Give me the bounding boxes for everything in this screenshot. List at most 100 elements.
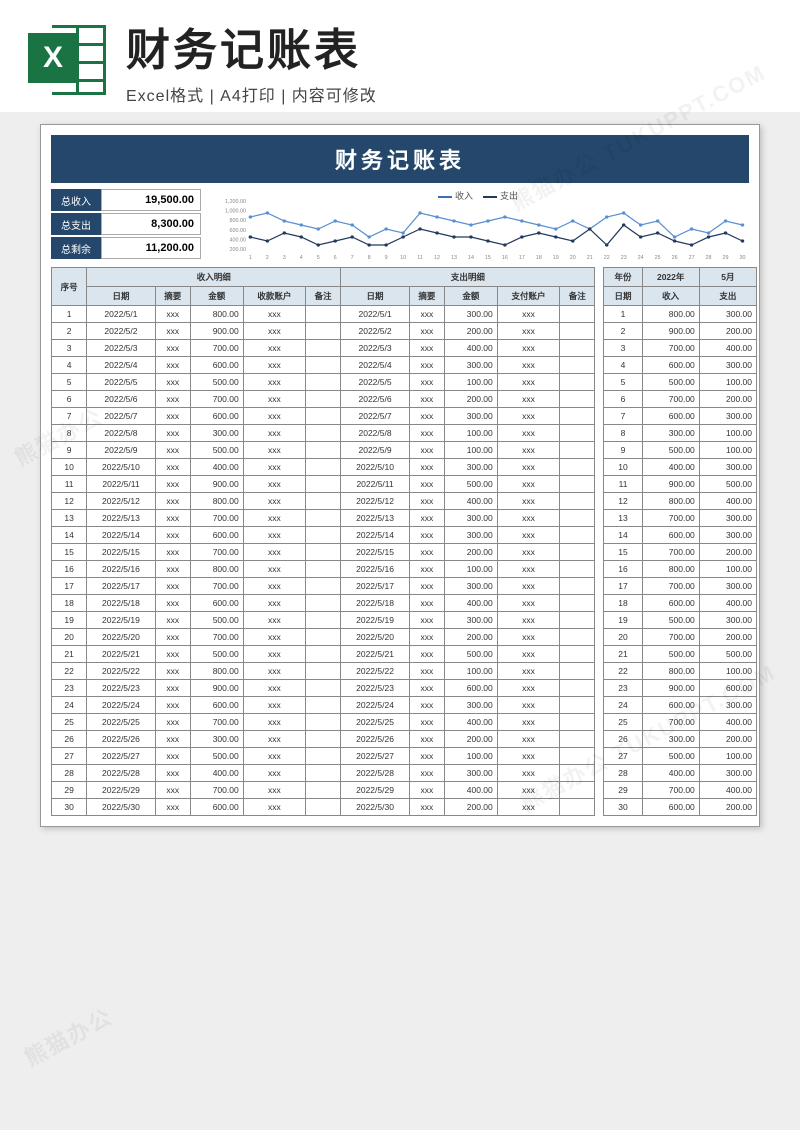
svg-text:26: 26 [672,255,678,261]
table-row: 23900.00600.00 [604,680,757,697]
table-row: 1800.00300.00 [604,306,757,323]
page-header: X 财务记账表 Excel格式 | A4打印 | 内容可修改 [0,0,800,112]
table-row: 10400.00300.00 [604,459,757,476]
table-row: 5500.00100.00 [604,374,757,391]
table-row: 252022/5/25xxx700.00xxx2022/5/25xxx400.0… [52,714,595,731]
table-row: 262022/5/26xxx300.00xxx2022/5/26xxx200.0… [52,731,595,748]
svg-text:1: 1 [249,255,252,261]
svg-text:200.00: 200.00 [229,247,246,253]
col-summary-out: 摘要 [409,287,444,306]
svg-text:22: 22 [604,255,610,261]
table-row: 17700.00300.00 [604,578,757,595]
table-row: 122022/5/12xxx800.00xxx2022/5/12xxx400.0… [52,493,595,510]
table-row: 14600.00300.00 [604,527,757,544]
svg-text:1,200.00: 1,200.00 [225,199,246,205]
svg-text:800.00: 800.00 [229,218,246,224]
col-income-group: 收入明细 [87,268,341,287]
table-row: 192022/5/19xxx500.00xxx2022/5/19xxx300.0… [52,612,595,629]
page-title: 财务记账表 [126,14,772,78]
table-row: 29700.00400.00 [604,782,757,799]
table-row: 20700.00200.00 [604,629,757,646]
total-expense-label: 总支出 [51,213,101,235]
col-expense-r: 支出 [699,287,756,306]
table-row: 182022/5/18xxx600.00xxx2022/5/18xxx400.0… [52,595,595,612]
svg-text:13: 13 [451,255,457,261]
col-seq: 序号 [52,268,87,306]
table-row: 302022/5/30xxx600.00xxx2022/5/30xxx200.0… [52,799,595,816]
col-expense-group: 支出明细 [341,268,595,287]
spreadsheet-page: 财务记账表 总收入 19,500.00 总支出 8,300.00 总剩余 11,… [40,124,760,827]
svg-text:10: 10 [400,255,406,261]
year-label: 年份 [604,268,642,287]
table-row: 19500.00300.00 [604,612,757,629]
svg-text:29: 29 [723,255,729,261]
excel-icon: X [28,21,108,99]
svg-text:15: 15 [485,255,491,261]
table-row: 152022/5/15xxx700.00xxx2022/5/15xxx200.0… [52,544,595,561]
svg-text:21: 21 [587,255,593,261]
table-row: 25700.00400.00 [604,714,757,731]
svg-text:25: 25 [655,255,661,261]
table-row: 8300.00100.00 [604,425,757,442]
table-row: 26300.00200.00 [604,731,757,748]
table-row: 27500.00100.00 [604,748,757,765]
table-row: 28400.00300.00 [604,765,757,782]
svg-text:7: 7 [351,255,354,261]
col-remark-out: 备注 [560,287,595,306]
total-income-label: 总收入 [51,189,101,211]
table-row: 9500.00100.00 [604,442,757,459]
total-balance-label: 总剩余 [51,237,101,259]
col-account-out: 支付账户 [497,287,559,306]
svg-text:12: 12 [434,255,440,261]
table-row: 3700.00400.00 [604,340,757,357]
svg-text:4: 4 [300,255,303,261]
table-row: 292022/5/29xxx700.00xxx2022/5/29xxx400.0… [52,782,595,799]
col-remark: 备注 [306,287,341,306]
year-value: 2022年 [642,268,699,287]
table-row: 172022/5/17xxx700.00xxx2022/5/17xxx300.0… [52,578,595,595]
svg-text:18: 18 [536,255,542,261]
svg-text:6: 6 [334,255,337,261]
total-balance-value: 11,200.00 [101,237,201,259]
main-table: 序号 收入明细 支出明细 日期 摘要 金额 收款账户 备注 日期 摘要 [51,267,595,816]
line-chart: 收入 支出 1,200.001,000.00800.00600.00400.00… [207,189,749,261]
table-row: 6700.00200.00 [604,391,757,408]
svg-text:27: 27 [689,255,695,261]
table-row: 212022/5/21xxx500.00xxx2022/5/21xxx500.0… [52,646,595,663]
svg-text:20: 20 [570,255,576,261]
table-row: 2900.00200.00 [604,323,757,340]
col-amount: 金额 [190,287,243,306]
table-row: 18600.00400.00 [604,595,757,612]
table-row: 82022/5/8xxx300.00xxx2022/5/8xxx100.00xx… [52,425,595,442]
table-row: 15700.00200.00 [604,544,757,561]
table-row: 92022/5/9xxx500.00xxx2022/5/9xxx100.00xx… [52,442,595,459]
total-expense-value: 8,300.00 [101,213,201,235]
col-amount-out: 金额 [444,287,497,306]
watermark: 熊猫办公 [18,999,118,1072]
svg-text:1,000.00: 1,000.00 [225,209,246,215]
table-row: 232022/5/23xxx900.00xxx2022/5/23xxx600.0… [52,680,595,697]
table-row: 30600.00200.00 [604,799,757,816]
table-row: 202022/5/20xxx700.00xxx2022/5/20xxx200.0… [52,629,595,646]
page-subtitle: Excel格式 | A4打印 | 内容可修改 [126,82,772,106]
svg-text:14: 14 [468,255,474,261]
table-row: 112022/5/11xxx900.00xxx2022/5/11xxx500.0… [52,476,595,493]
svg-text:8: 8 [368,255,371,261]
table-row: 24600.00300.00 [604,697,757,714]
table-row: 32022/5/3xxx700.00xxx2022/5/3xxx400.00xx… [52,340,595,357]
svg-text:17: 17 [519,255,525,261]
table-row: 12022/5/1xxx800.00xxx2022/5/1xxx300.00xx… [52,306,595,323]
table-row: 222022/5/22xxx800.00xxx2022/5/22xxx100.0… [52,663,595,680]
svg-text:23: 23 [621,255,627,261]
side-table: 年份 2022年 5月 日期 收入 支出 1800.00300.002900.0… [603,267,757,816]
svg-text:16: 16 [502,255,508,261]
svg-text:19: 19 [553,255,559,261]
svg-text:600.00: 600.00 [229,228,246,234]
svg-text:11: 11 [417,255,423,261]
col-date-out: 日期 [341,287,410,306]
table-row: 16800.00100.00 [604,561,757,578]
table-row: 12800.00400.00 [604,493,757,510]
col-summary: 摘要 [155,287,190,306]
table-row: 62022/5/6xxx700.00xxx2022/5/6xxx200.00xx… [52,391,595,408]
col-date: 日期 [87,287,156,306]
